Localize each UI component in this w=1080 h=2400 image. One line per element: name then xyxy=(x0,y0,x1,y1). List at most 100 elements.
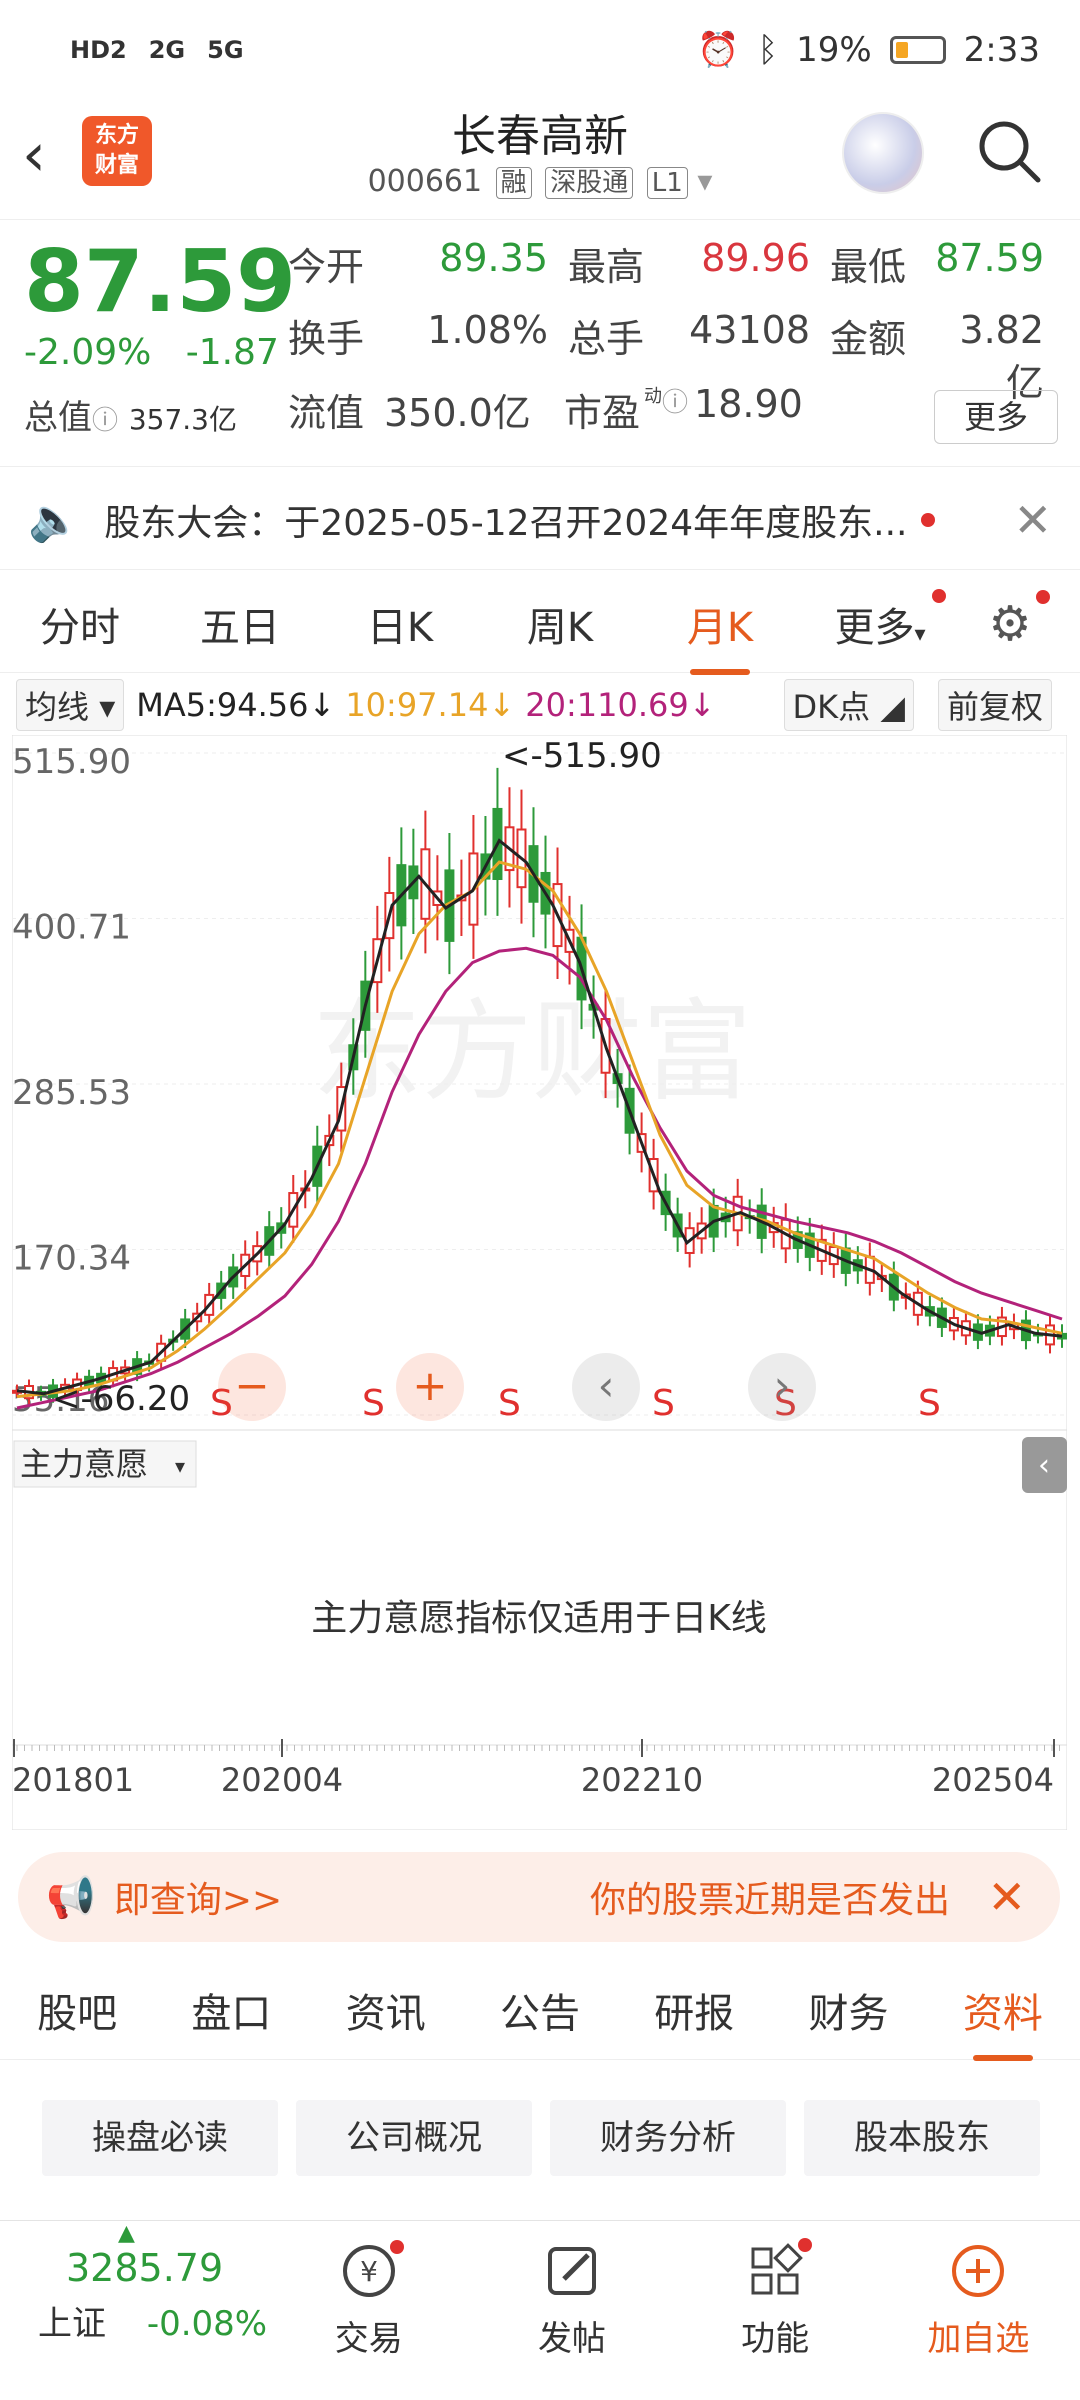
control-glyph: + xyxy=(412,1361,447,1410)
x-tick-label: 201801 xyxy=(12,1761,134,1799)
open-label: 今开 xyxy=(288,245,365,289)
tab-monthly-k[interactable]: 月K xyxy=(640,595,800,675)
y-tick-label: 400.71 xyxy=(12,908,131,948)
ma-legend: 均线 ▾ MA5:94.56↓ 10:97.14↓ 20:110.69↓ DK点… xyxy=(0,679,1080,731)
chevron-down-icon[interactable]: ▾ xyxy=(697,164,712,199)
badge-dot xyxy=(1036,589,1050,604)
index-name: 上证 xyxy=(38,2304,106,2344)
control-glyph: › xyxy=(774,1361,791,1410)
edit-icon xyxy=(547,2247,596,2295)
more-quote-button[interactable]: 更多 xyxy=(934,390,1058,444)
tab-weekly-k[interactable]: 周K xyxy=(480,595,640,653)
sell-signal: S xyxy=(498,1383,521,1424)
sell-signal: S xyxy=(652,1383,675,1424)
close-icon[interactable]: ✕ xyxy=(987,1870,1026,1924)
tab-intraday[interactable]: 分时 xyxy=(0,595,160,653)
settings-button[interactable]: ⚙ xyxy=(960,589,1060,652)
info-icon[interactable]: ⓘ xyxy=(92,406,118,436)
tab-forum[interactable]: 股吧 xyxy=(37,1981,117,2039)
x-tick-label: 202004 xyxy=(221,1761,343,1799)
nav-add-watchlist[interactable]: 加自选 xyxy=(877,2221,1080,2400)
y-tick-label: 170.34 xyxy=(12,1239,131,1279)
close-icon[interactable]: ✕ xyxy=(1013,493,1052,547)
tab-announcements[interactable]: 公告 xyxy=(500,1981,580,2039)
nav-post[interactable]: 发帖 xyxy=(470,2221,673,2400)
control-glyph: ‹ xyxy=(598,1361,615,1410)
search-icon[interactable] xyxy=(976,118,1042,184)
y-tick-label: 515.90 xyxy=(12,742,131,782)
quote-row-1: 今开 89.35 最高 89.96 最低 87.59 xyxy=(288,236,1058,291)
chevron-down-icon: ▾ xyxy=(175,1454,185,1478)
info-icon[interactable]: ⓘ xyxy=(662,382,688,437)
tag-connect: 深股通 xyxy=(545,167,634,199)
float-cap-value: 350.0亿 xyxy=(384,391,531,435)
hd-icon: HD2 xyxy=(70,36,127,64)
nav-add-label: 加自选 xyxy=(927,2319,1030,2359)
stock-header: ‹ 东方 财富 长春高新 000661 融 深股通 L1 ▾ xyxy=(0,100,1080,220)
index-ticker[interactable]: ▲ 3285.79 上证 -0.08% xyxy=(0,2221,267,2400)
signal-2g-icon: 2G xyxy=(148,36,186,64)
indicator-type-select[interactable]: 均线 ▾ xyxy=(16,679,125,731)
x-tick-label: 202210 xyxy=(581,1761,703,1799)
shortcut-trading-guide[interactable]: 操盘必读 xyxy=(42,2100,278,2176)
tab-finance[interactable]: 财务 xyxy=(809,1981,889,2039)
tab-profile[interactable]: 资料 xyxy=(963,1981,1043,2061)
plus-circle-icon xyxy=(952,2245,1005,2297)
promo-banner[interactable]: 📢 即查询>> 你的股票近期是否发出 ✕ xyxy=(18,1852,1060,1942)
shortcut-financial-analysis[interactable]: 财务分析 xyxy=(550,2100,786,2176)
network-indicators: HD2 2G 5G xyxy=(70,36,244,64)
zoom-out-icon[interactable]: − xyxy=(218,1353,286,1421)
x-tick-label: 202504 xyxy=(932,1761,1054,1799)
speaker-icon: 🔈 xyxy=(28,494,81,544)
price-change: -2.09% -1.87 xyxy=(24,332,279,373)
tab-research[interactable]: 研报 xyxy=(654,1981,734,2039)
shortcut-company-overview[interactable]: 公司概况 xyxy=(296,2100,532,2176)
indicator-type-label: 均线 xyxy=(25,688,90,726)
high-label: 最高 xyxy=(568,245,645,289)
control-glyph: − xyxy=(234,1361,269,1410)
high-value: 89.96 xyxy=(701,236,810,280)
badge-dot xyxy=(932,588,946,603)
tag-margin: 融 xyxy=(495,167,532,199)
zoom-in-icon[interactable]: + xyxy=(396,1353,464,1421)
change-amount: -1.87 xyxy=(185,332,279,373)
ma5-value: MA5:94.56↓ xyxy=(136,686,336,724)
index-change: -0.08% xyxy=(146,2304,268,2344)
notice-text: 股东大会：于2025-05-12召开2024年年度股东... xyxy=(104,502,908,544)
robot-avatar[interactable] xyxy=(842,112,924,194)
pan-left-icon[interactable]: ‹ xyxy=(572,1353,640,1421)
nav-trade[interactable]: ¥ 交易 xyxy=(267,2221,470,2400)
nav-functions[interactable]: 功能 xyxy=(674,2221,877,2400)
pe-superscript: 动 xyxy=(644,386,662,407)
tab-five-day[interactable]: 五日 xyxy=(160,595,320,653)
status-bar: HD2 2G 5G ⏰ ᛒ 19% 2:33 xyxy=(0,0,1080,100)
megaphone-icon: 📢 xyxy=(46,1874,96,1921)
chart-period-tabs: 分时 五日 日K 周K 月K 更多▾ ⚙ xyxy=(0,575,1080,675)
kline-chart[interactable]: 东方财富 515.90400.71285.53170.3455.16 <-515… xyxy=(12,735,1067,1830)
quote-panel: 87.59 -2.09% -1.87 总值ⓘ 357.3亿 今开 89.35 最… xyxy=(0,222,1080,467)
alarm-icon: ⏰ xyxy=(697,30,740,70)
battery-percent: 19% xyxy=(796,30,872,70)
open-value: 89.35 xyxy=(439,236,548,280)
tab-news[interactable]: 资讯 xyxy=(346,1981,426,2039)
adjust-button[interactable]: 前复权 xyxy=(937,679,1052,731)
pan-right-icon[interactable]: › xyxy=(748,1353,816,1421)
notice-banner[interactable]: 🔈 股东大会：于2025-05-12召开2024年年度股东... ✕ xyxy=(0,470,1080,570)
tab-more-label: 更多 xyxy=(834,604,915,651)
gear-icon: ⚙ xyxy=(988,595,1032,652)
dk-point-button[interactable]: DK点 ◢ xyxy=(783,679,914,731)
sell-signal: S xyxy=(362,1383,385,1424)
tab-order-book[interactable]: 盘口 xyxy=(191,1981,271,2039)
nav-trade-label: 交易 xyxy=(334,2319,403,2359)
tab-daily-k[interactable]: 日K xyxy=(320,595,480,653)
promo-right-text: 你的股票近期是否发出 xyxy=(589,1880,950,1921)
chevron-left-icon: ‹ xyxy=(1038,1448,1050,1483)
down-arrow-icon: ▲ xyxy=(118,2221,135,2246)
indicator-label: 主力意愿 xyxy=(20,1445,148,1483)
signal-5g-icon: 5G xyxy=(207,36,244,64)
shortcut-shareholders[interactable]: 股本股东 xyxy=(804,2100,1040,2176)
total-cap: 总值ⓘ 357.3亿 xyxy=(24,390,237,439)
stock-code: 000661 xyxy=(367,164,483,199)
tab-more[interactable]: 更多▾ xyxy=(800,588,960,653)
min-price-label: <-66.20 xyxy=(52,1379,190,1419)
